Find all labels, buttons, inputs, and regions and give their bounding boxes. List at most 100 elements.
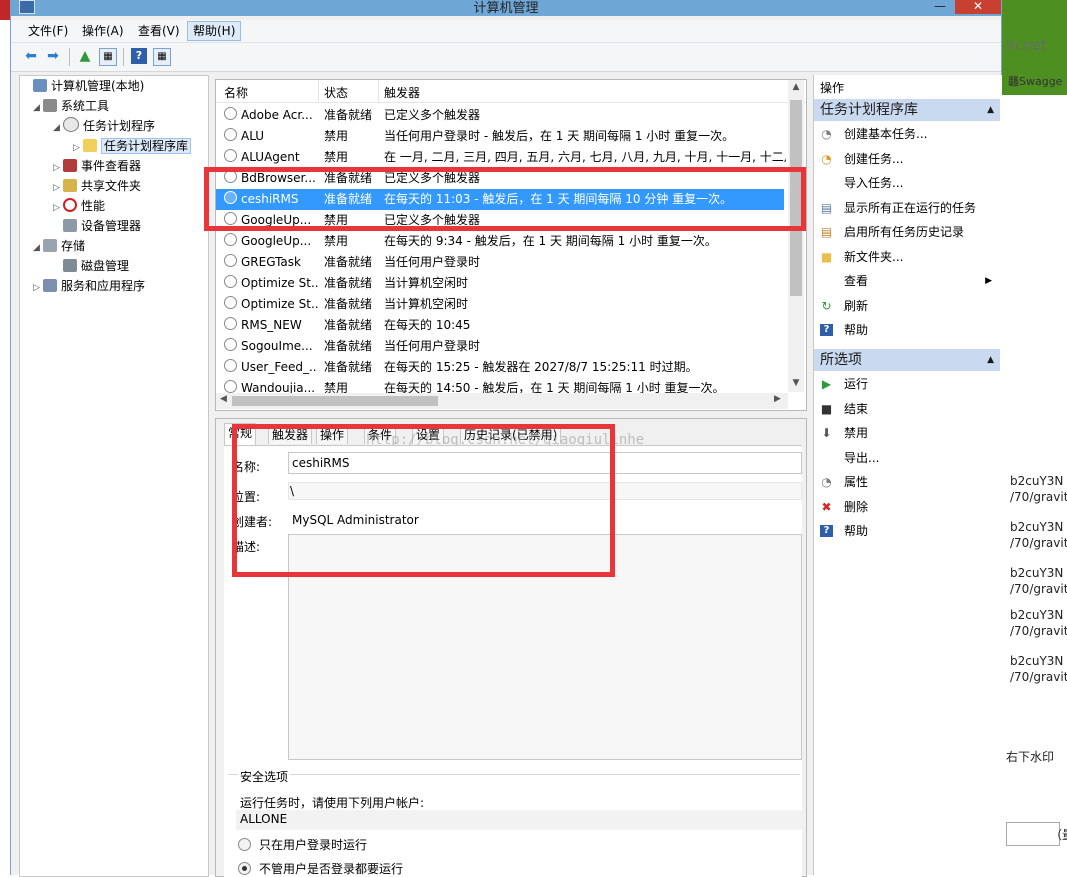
column-header-trigger[interactable]: 触发器 xyxy=(384,84,420,101)
action-item[interactable]: ▶ 运行 xyxy=(814,373,1000,395)
scroll-up-arrow-icon[interactable]: ▲ xyxy=(788,82,804,92)
tree-expander[interactable]: ▷ xyxy=(53,179,63,197)
action-item[interactable]: 查看 ▶ xyxy=(814,270,1000,292)
tree-expander[interactable]: ▷ xyxy=(53,159,63,177)
task-status: 准备就绪 xyxy=(324,318,373,332)
action-item[interactable]: ⬇ 禁用 xyxy=(814,422,1000,444)
forward-arrow-icon[interactable]: ➡ xyxy=(45,48,61,64)
radio-run-only-logged-on[interactable]: 只在用户登录时运行 xyxy=(238,836,367,853)
close-button[interactable]: ✕ xyxy=(955,0,1001,14)
task-row[interactable]: Optimize St... 准备就绪 当计算机空闲时 xyxy=(216,273,784,294)
tree-item-disk-management[interactable]: 磁盘管理 xyxy=(53,257,129,275)
tree-item-storage[interactable]: ◢ 存储 xyxy=(33,237,85,255)
up-folder-icon[interactable]: ▲ xyxy=(77,48,93,64)
column-divider[interactable] xyxy=(378,80,379,102)
run-as-user-value: ALLONE xyxy=(240,812,288,826)
scroll-down-arrow-icon[interactable]: ▼ xyxy=(788,378,804,388)
security-divider xyxy=(228,774,800,775)
action-item[interactable]: 导入任务... xyxy=(814,172,1000,194)
background-watermark-label: 右下水印 xyxy=(1006,750,1055,764)
tree-expander[interactable]: ▷ xyxy=(73,139,83,157)
section-title: 任务计划程序库 xyxy=(820,102,918,118)
background-site-text: ln.net xyxy=(1006,38,1047,54)
column-header-status[interactable]: 状态 xyxy=(324,84,348,101)
scroll-thumb[interactable] xyxy=(232,396,438,406)
task-row[interactable]: GREGTask 准备就绪 当任何用户登录时 xyxy=(216,252,784,273)
task-row[interactable]: GoogleUp... 禁用 在每天的 9:34 - 触发后，在 1 天 期间每隔 … xyxy=(216,231,784,252)
show-hide-action-pane-icon[interactable]: ▦ xyxy=(153,48,171,66)
action-item[interactable]: ▤ 启用所有任务历史记录 xyxy=(814,221,1000,243)
tree-item-performance[interactable]: ▷ 性能 xyxy=(53,197,105,215)
horizontal-scrollbar[interactable]: ◀ ▶ xyxy=(216,393,788,409)
background-code-line: /70/gravit xyxy=(1010,582,1067,596)
collapse-arrow-icon[interactable]: ▲ xyxy=(987,349,994,371)
task-row[interactable]: Optimize St... 准备就绪 当计算机空闲时 xyxy=(216,294,784,315)
tree-expander[interactable]: ◢ xyxy=(33,99,43,117)
menu-file[interactable]: 文件(F) xyxy=(23,23,73,39)
scroll-left-arrow-icon[interactable]: ◀ xyxy=(220,394,227,404)
menu-view[interactable]: 查看(V) xyxy=(133,23,185,39)
tree-expander[interactable]: ◢ xyxy=(53,119,63,137)
back-arrow-icon[interactable]: ⬅ xyxy=(23,48,39,64)
action-label: 创建任务... xyxy=(844,151,904,166)
action-item[interactable]: ◔ 属性 xyxy=(814,471,1000,493)
tree-item-services-applications[interactable]: ▷ 服务和应用程序 xyxy=(33,277,145,295)
help-icon[interactable]: ? xyxy=(131,48,147,64)
task-row[interactable]: RMS_NEW 准备就绪 在每天的 10:45 xyxy=(216,315,784,336)
section-task-scheduler-library[interactable]: 任务计划程序库 ▲ xyxy=(814,99,1000,121)
action-item[interactable]: ■ 新文件夹... xyxy=(814,246,1000,268)
radio-button[interactable] xyxy=(238,838,251,851)
task-row[interactable]: ALU 禁用 当任何用户登录时 - 触发后，在 1 天 期间每隔 1 小时 重复一次… xyxy=(216,126,784,147)
menu-help[interactable]: 帮助(H) xyxy=(187,21,242,41)
task-row[interactable]: User_Feed_... 准备就绪 在每天的 15:25 - 触发器在 2027/… xyxy=(216,357,784,378)
action-item[interactable]: ✖ 删除 xyxy=(814,496,1000,518)
task-status: 准备就绪 xyxy=(324,339,373,353)
action-item[interactable]: ? 帮助 xyxy=(814,319,1000,341)
title-bar[interactable]: 计算机管理 — ✕ xyxy=(11,0,1001,16)
action-item[interactable]: ↻ 刷新 xyxy=(814,295,1000,317)
tree-expander[interactable]: ◢ xyxy=(33,239,43,257)
minimize-button[interactable]: — xyxy=(927,0,953,14)
show-hide-console-tree-icon[interactable]: ▦ xyxy=(99,48,117,66)
task-row[interactable]: SogouIme... 准备就绪 当任何用户登录时 xyxy=(216,336,784,357)
background-code-line: /70/gravit xyxy=(1010,490,1067,504)
tree-item-device-manager[interactable]: 设备管理器 xyxy=(53,217,141,235)
radio-run-whether-logged-on[interactable]: 不管用户是否登录都要运行 xyxy=(238,860,403,877)
scroll-right-arrow-icon[interactable]: ▶ xyxy=(774,394,781,404)
menu-action[interactable]: 操作(A) xyxy=(77,23,129,39)
task-trigger: 当计算机空闲时 xyxy=(384,297,469,311)
task-name: Optimize St... xyxy=(241,297,318,311)
radio-button[interactable] xyxy=(238,862,251,875)
action-item[interactable]: ■ 结束 xyxy=(814,398,1000,420)
tree-item-shared-folders[interactable]: ▷ 共享文件夹 xyxy=(53,177,141,195)
task-trigger: 在每天的 10:45 xyxy=(384,318,471,332)
task-name: User_Feed_... xyxy=(241,360,318,374)
column-header-name[interactable]: 名称 xyxy=(224,84,248,101)
action-item[interactable]: ◔ 创建基本任务... xyxy=(814,123,1000,145)
tree-item-system-tools[interactable]: ◢ 系统工具 xyxy=(33,97,109,115)
action-label: 创建基本任务... xyxy=(844,127,928,141)
tree-expander[interactable]: ▷ xyxy=(53,199,63,217)
collapse-arrow-icon[interactable]: ▲ xyxy=(987,99,994,121)
tree-item-label: 事件查看器 xyxy=(81,159,142,173)
task-status: 准备就绪 xyxy=(324,360,373,374)
task-row[interactable]: Adobe Acr... 准备就绪 已定义多个触发器 xyxy=(216,105,784,126)
section-selected-item[interactable]: 所选项 ▲ xyxy=(814,349,1000,371)
performance-icon xyxy=(63,198,77,212)
tree-item-label: 服务和应用程序 xyxy=(61,279,146,293)
device-manager-icon xyxy=(63,219,77,232)
background-code-line: /70/gravit xyxy=(1010,670,1067,684)
action-item[interactable]: 导出... xyxy=(814,447,1000,469)
task-row[interactable]: ALUAgent 禁用 在 一月, 二月, 三月, 四月, 五月, 六月, 七月, … xyxy=(216,147,786,168)
actions-header: 操作 xyxy=(820,81,845,95)
action-item[interactable]: ? 帮助 xyxy=(814,520,1000,542)
vertical-scrollbar[interactable]: ▲ ▼ xyxy=(788,80,804,392)
tree-expander[interactable]: ▷ xyxy=(33,279,43,297)
action-item[interactable]: ▤ 显示所有正在运行的任务 xyxy=(814,197,1000,219)
tree-item-event-viewer[interactable]: ▷ 事件查看器 xyxy=(53,157,141,175)
tree-item-computer-management[interactable]: 计算机管理(本地) xyxy=(23,77,144,95)
column-divider[interactable] xyxy=(318,80,319,102)
action-item[interactable]: ◔ 创建任务... xyxy=(814,148,1000,170)
tree-item-task-scheduler-library[interactable]: ▷ 任务计划程序库 xyxy=(73,137,192,157)
tree-item-task-scheduler[interactable]: ◢ 任务计划程序 xyxy=(53,117,155,135)
